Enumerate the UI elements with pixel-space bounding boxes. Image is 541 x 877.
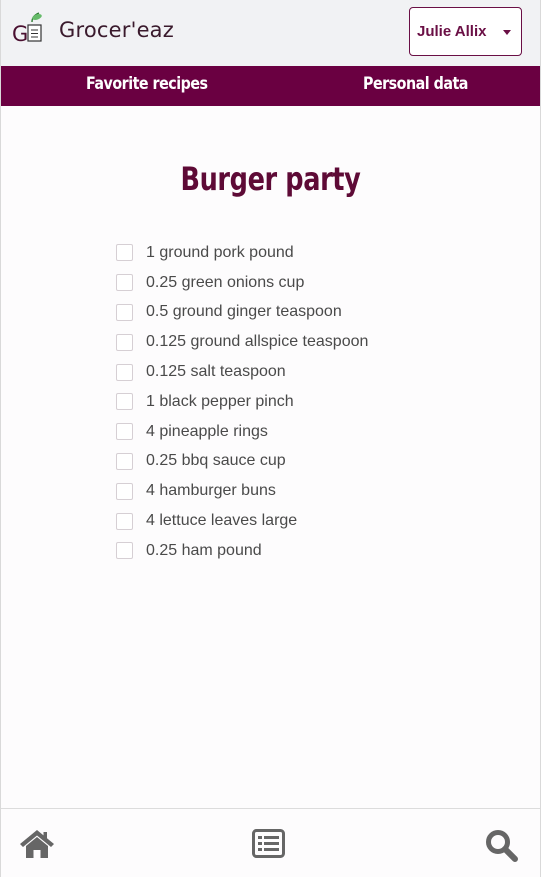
app-logo[interactable]: G: [12, 12, 46, 46]
bottom-nav: [1, 808, 540, 877]
ingredient-label: 0.25 green onions cup: [146, 273, 305, 291]
ingredient-checkbox[interactable]: [116, 244, 133, 262]
app-name[interactable]: Grocer'eaz: [59, 18, 174, 42]
ingredient-item[interactable]: 0.25 ham pound: [116, 536, 368, 566]
ingredient-checkbox[interactable]: [116, 363, 133, 381]
ingredient-label: 0.25 bbq sauce cup: [146, 452, 286, 470]
recipe-title: Burger party: [1, 160, 540, 198]
ingredient-checkbox[interactable]: [116, 393, 133, 411]
ingredient-label: 4 hamburger buns: [146, 482, 276, 500]
ingredient-label: 1 ground pork pound: [146, 243, 294, 261]
caret-down-icon: [503, 30, 511, 35]
ingredient-checkbox[interactable]: [116, 303, 133, 321]
ingredient-label: 1 black pepper pinch: [146, 392, 294, 410]
user-name: Julie Allix: [417, 23, 487, 40]
svg-text:G: G: [12, 22, 28, 46]
ingredient-item[interactable]: 0.125 ground allspice teaspoon: [116, 327, 368, 357]
top-bar: G Grocer'eaz Julie Allix: [1, 0, 540, 66]
home-icon[interactable]: [19, 829, 55, 859]
ingredient-item[interactable]: 1 ground pork pound: [116, 238, 368, 268]
main-nav: Favorite recipes Personal data: [1, 66, 540, 106]
ingredient-label: 0.25 ham pound: [146, 541, 262, 559]
nav-favorite-recipes[interactable]: Favorite recipes: [86, 74, 208, 94]
list-icon[interactable]: [252, 829, 285, 858]
ingredient-label: 4 pineapple rings: [146, 422, 268, 440]
ingredient-item[interactable]: 4 lettuce leaves large: [116, 506, 368, 536]
ingredient-checkbox[interactable]: [116, 333, 133, 351]
ingredient-item[interactable]: 0.125 salt teaspoon: [116, 357, 368, 387]
recipe-title-text: Burger party: [180, 160, 361, 198]
ingredient-label: 0.5 ground ginger teaspoon: [146, 303, 342, 321]
ingredient-checkbox[interactable]: [116, 482, 133, 500]
ingredient-label: 0.125 salt teaspoon: [146, 363, 286, 381]
ingredient-checkbox[interactable]: [116, 423, 133, 441]
search-icon[interactable]: [485, 829, 519, 862]
ingredient-label: 4 lettuce leaves large: [146, 512, 298, 530]
ingredient-checkbox[interactable]: [116, 512, 133, 530]
ingredient-checkbox[interactable]: [116, 274, 133, 292]
ingredient-item[interactable]: 0.25 green onions cup: [116, 268, 368, 298]
user-menu-button[interactable]: Julie Allix: [409, 7, 522, 56]
ingredient-item[interactable]: 4 hamburger buns: [116, 476, 368, 506]
ingredient-list: 1 ground pork pound 0.25 green onions cu…: [116, 238, 368, 566]
ingredient-checkbox[interactable]: [116, 542, 133, 560]
ingredient-item[interactable]: 1 black pepper pinch: [116, 387, 368, 417]
ingredient-checkbox[interactable]: [116, 452, 133, 470]
ingredient-item[interactable]: 0.5 ground ginger teaspoon: [116, 298, 368, 328]
ingredient-item[interactable]: 0.25 bbq sauce cup: [116, 447, 368, 477]
ingredient-label: 0.125 ground allspice teaspoon: [146, 333, 369, 351]
ingredient-item[interactable]: 4 pineapple rings: [116, 417, 368, 447]
nav-personal-data[interactable]: Personal data: [363, 74, 468, 94]
